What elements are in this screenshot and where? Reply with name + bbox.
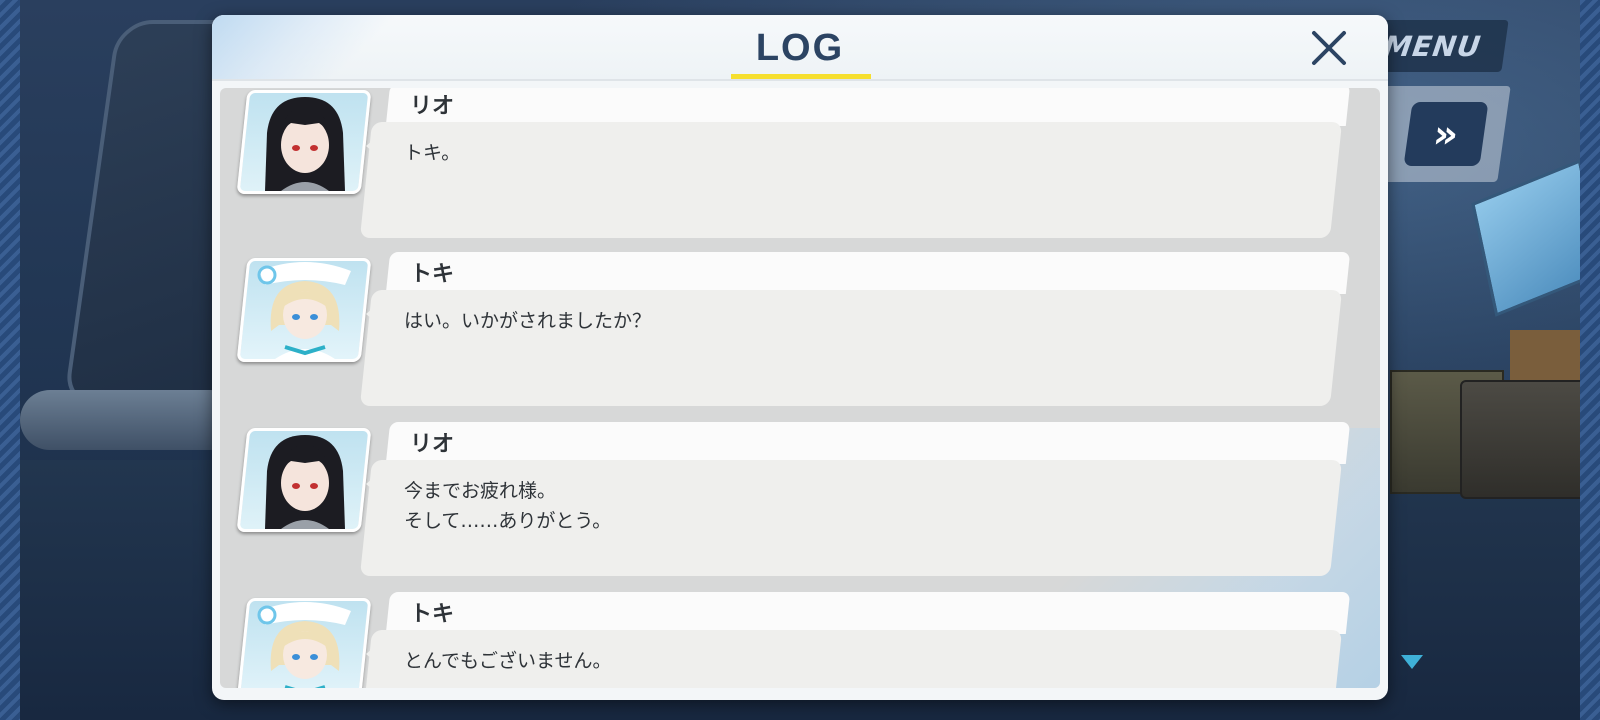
- toki-portrait: [236, 598, 372, 688]
- speaker-tab: [385, 422, 1351, 464]
- scene-radio: [1460, 380, 1580, 499]
- toki-portrait: [236, 258, 372, 362]
- next-indicator-icon: [1401, 655, 1423, 669]
- dialogue-line: はい。いかがされましたか？: [404, 310, 652, 332]
- menu-button-label: MENU: [1381, 29, 1484, 63]
- speaker-name: リオ: [410, 432, 455, 457]
- speaker-name: リオ: [410, 94, 455, 119]
- speaker-name: トキ: [410, 262, 455, 287]
- speaker-name: トキ: [410, 602, 455, 627]
- close-icon[interactable]: [1308, 27, 1350, 69]
- dialogue-pointer: [366, 644, 378, 664]
- log-title: LOG: [755, 27, 845, 69]
- dialogue-line: そして……ありがとう。: [404, 510, 612, 532]
- speaker-tab: [385, 252, 1351, 294]
- dialogue-line: とんでもございません。: [404, 650, 612, 672]
- close-button[interactable]: [1308, 27, 1350, 69]
- fast-forward-button[interactable]: »: [1403, 102, 1489, 166]
- speaker-tab: [385, 592, 1351, 634]
- log-entry: リオ 今までお疲れ様。 そして……ありがとう。: [220, 422, 1380, 582]
- title-underline: [731, 74, 871, 79]
- right-border: [1580, 0, 1600, 720]
- log-entry: トキ はい。いかがされましたか？: [220, 252, 1380, 412]
- scene-box: [1510, 330, 1580, 380]
- dialogue-box: [359, 122, 1343, 238]
- dialogue-line: トキ。: [404, 142, 461, 164]
- speaker-tab: [385, 88, 1351, 126]
- log-list[interactable]: リオ トキ。 トキ はい。いかがされましたか？ リオ 今までお疲れ様。 そして……: [220, 88, 1380, 688]
- log-dialog-header: LOG: [212, 15, 1388, 81]
- log-dialog: LOG リオ トキ。 トキ はい。いかがされましたか？ リオ 今までお疲れ様。 …: [212, 15, 1388, 700]
- dialogue-line: 今までお疲れ様。: [404, 480, 557, 502]
- scene-monitor: [1471, 159, 1580, 317]
- scene-pipe: [20, 390, 240, 450]
- dialogue-pointer: [366, 474, 378, 494]
- left-border: [0, 0, 20, 720]
- dialogue-pointer: [366, 136, 378, 156]
- rio-portrait: [236, 90, 372, 194]
- log-entry: トキ とんでもございません。: [220, 592, 1380, 688]
- log-entry: リオ トキ。: [220, 88, 1380, 244]
- fast-forward-icon: »: [1430, 112, 1462, 156]
- rio-portrait: [236, 428, 372, 532]
- dialogue-pointer: [366, 304, 378, 324]
